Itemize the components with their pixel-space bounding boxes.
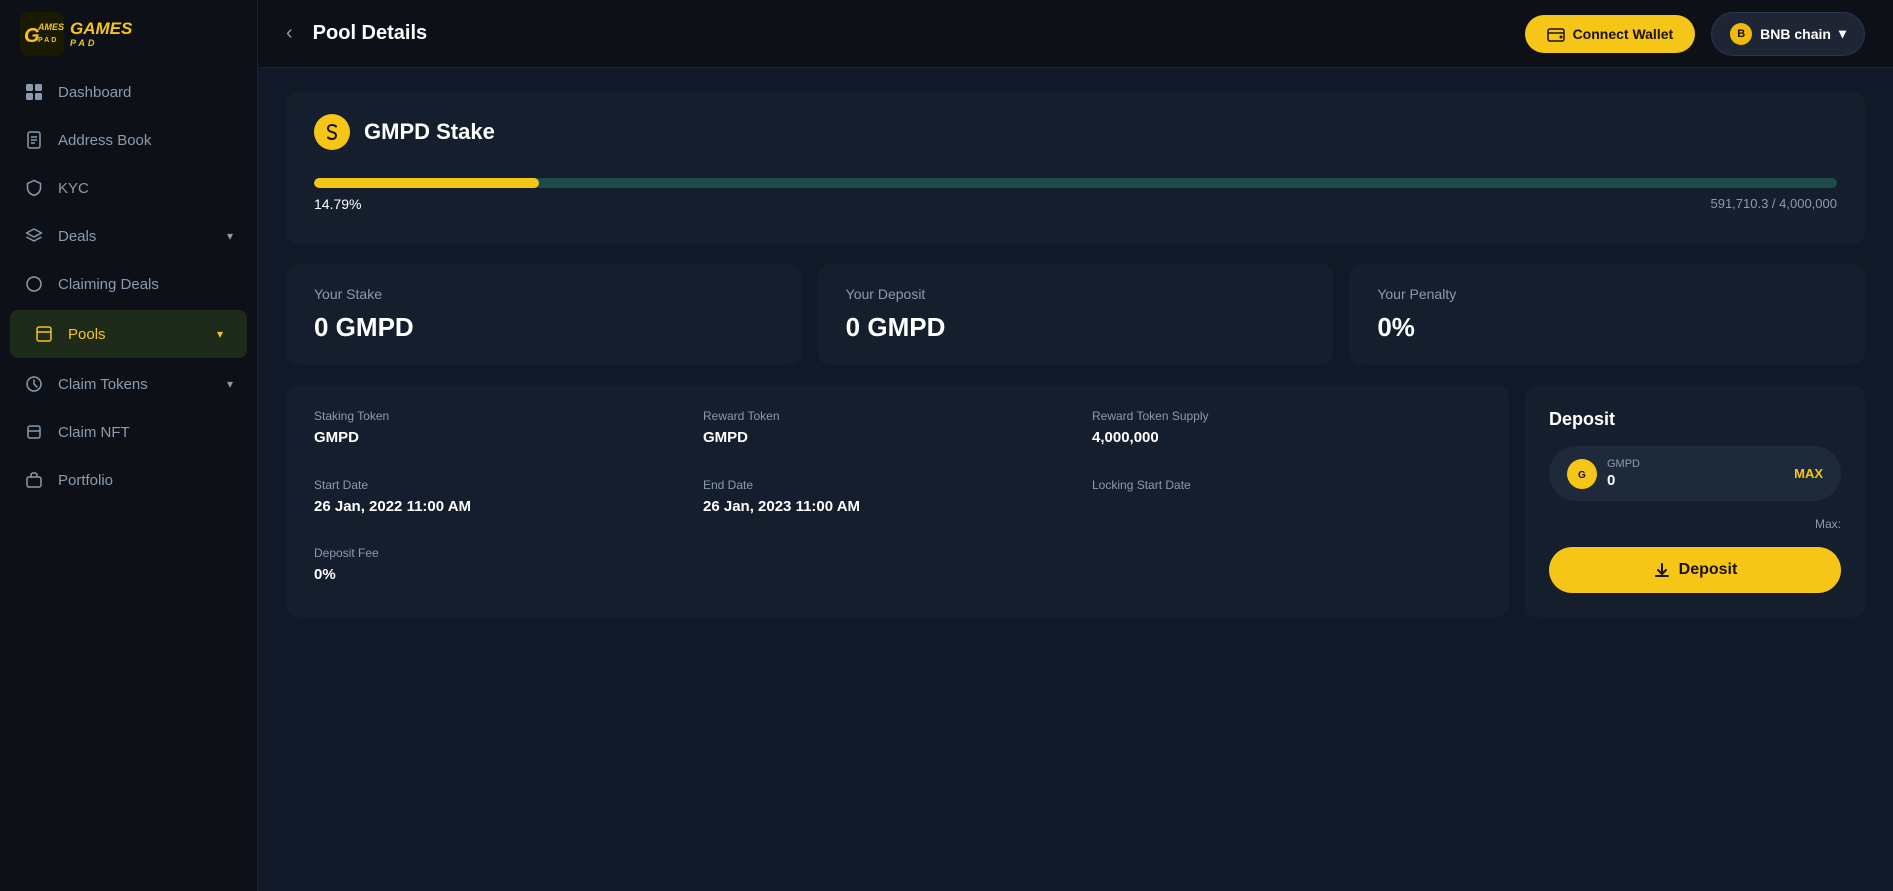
circle2-icon: [24, 374, 44, 394]
progress-container: 14.79% 591,710.3 / 4,000,000: [314, 178, 1837, 212]
sidebar-item-label: Pools: [68, 326, 106, 343]
deposit-button[interactable]: Deposit: [1549, 547, 1841, 593]
stat-label-deposit: Your Deposit: [846, 286, 1306, 302]
detail-reward-supply: Reward Token Supply 4,000,000: [1092, 409, 1481, 456]
sidebar-item-pools[interactable]: Pools ▾: [10, 310, 247, 358]
details-card: Staking Token GMPD Reward Token GMPD Rew…: [286, 385, 1509, 617]
layers2-icon: [24, 422, 44, 442]
sidebar-item-label: Address Book: [58, 132, 151, 149]
sidebar-item-portfolio[interactable]: Portfolio: [0, 456, 257, 504]
pool-name: GMPD Stake: [364, 119, 495, 145]
content-area: GMPD Stake 14.79% 591,710.3 / 4,000,000 …: [258, 68, 1893, 891]
stat-value-stake: 0 GMPD: [314, 312, 774, 343]
stat-value-penalty: 0%: [1377, 312, 1837, 343]
chevron-down-icon: ▾: [217, 327, 223, 341]
back-button[interactable]: ‹: [286, 22, 293, 45]
deposit-title: Deposit: [1549, 409, 1841, 430]
deposit-max-button[interactable]: MAX: [1794, 466, 1823, 481]
detail-end-date: End Date 26 Jan, 2023 11:00 AM: [703, 478, 1092, 525]
logo: G AMES PAD GAMES PAD: [0, 0, 257, 68]
layers-icon: [24, 226, 44, 246]
detail-locking-start: Locking Start Date: [1092, 478, 1481, 525]
grid-icon: [24, 82, 44, 102]
svg-text:G: G: [1578, 470, 1586, 481]
sidebar-item-label: Claiming Deals: [58, 276, 159, 293]
chevron-down-icon: ▾: [1839, 25, 1846, 42]
progress-labels: 14.79% 591,710.3 / 4,000,000: [314, 196, 1837, 212]
box-icon: [34, 324, 54, 344]
stat-value-deposit: 0 GMPD: [846, 312, 1306, 343]
connect-wallet-button[interactable]: Connect Wallet: [1525, 15, 1696, 53]
progress-fill: [314, 178, 539, 188]
book-icon: [24, 130, 44, 150]
progress-track: [314, 178, 1837, 188]
sidebar-item-address-book[interactable]: Address Book: [0, 116, 257, 164]
connect-wallet-label: Connect Wallet: [1573, 26, 1674, 42]
deposit-input-row[interactable]: G GMPD MAX: [1549, 446, 1841, 501]
detail-reward-token: Reward Token GMPD: [703, 409, 1092, 456]
briefcase-icon: [24, 470, 44, 490]
deposit-token-icon: G: [1567, 459, 1597, 489]
sidebar-item-label: Dashboard: [58, 84, 131, 101]
sidebar-item-kyc[interactable]: KYC: [0, 164, 257, 212]
svg-text:AMES: AMES: [37, 22, 64, 32]
page-title: Pool Details: [313, 22, 1509, 45]
sidebar-item-claim-tokens[interactable]: Claim Tokens ▾: [0, 360, 257, 408]
sidebar-item-deals[interactable]: Deals ▾: [0, 212, 257, 260]
stats-row: Your Stake 0 GMPD Your Deposit 0 GMPD Yo…: [286, 264, 1865, 365]
logo-top: GAMES: [70, 20, 132, 39]
detail-start-date: Start Date 26 Jan, 2022 11:00 AM: [314, 478, 703, 525]
deposit-card: Deposit G GMPD MAX Max: Deposit: [1525, 385, 1865, 617]
sidebar-item-dashboard[interactable]: Dashboard: [0, 68, 257, 116]
deposit-button-label: Deposit: [1679, 561, 1738, 579]
svg-text:PAD: PAD: [38, 37, 58, 44]
bnb-chain-label: BNB chain: [1760, 26, 1831, 42]
progress-value: 591,710.3 / 4,000,000: [1710, 196, 1837, 212]
stat-label-penalty: Your Penalty: [1377, 286, 1837, 302]
sidebar-item-claim-nft[interactable]: Claim NFT: [0, 408, 257, 456]
stat-card-stake: Your Stake 0 GMPD: [286, 264, 802, 365]
chevron-down-icon: ▾: [227, 377, 233, 391]
detail-staking-token: Staking Token GMPD: [314, 409, 703, 456]
sidebar-item-label: KYC: [58, 180, 89, 197]
sidebar: G AMES PAD GAMES PAD Dashboard Address B…: [0, 0, 258, 891]
deposit-token-label: GMPD: [1607, 458, 1784, 470]
sidebar-item-label: Portfolio: [58, 472, 113, 489]
pool-icon: [314, 114, 350, 150]
bnb-chain-button[interactable]: B BNB chain ▾: [1711, 12, 1865, 56]
header: ‹ Pool Details Connect Wallet B BNB chai…: [258, 0, 1893, 68]
chevron-down-icon: ▾: [227, 229, 233, 243]
stat-card-penalty: Your Penalty 0%: [1349, 264, 1865, 365]
circle-icon: [24, 274, 44, 294]
deposit-input-content: GMPD: [1607, 458, 1784, 489]
sidebar-item-label: Claim NFT: [58, 424, 130, 441]
stat-label-stake: Your Stake: [314, 286, 774, 302]
detail-deposit-fee: Deposit Fee 0%: [314, 546, 703, 593]
shield-icon: [24, 178, 44, 198]
pool-title-row: GMPD Stake: [314, 114, 1837, 150]
deposit-max-label: Max:: [1549, 517, 1841, 531]
bnb-icon: B: [1730, 23, 1752, 45]
progress-percentage: 14.79%: [314, 196, 361, 212]
deposit-amount-input[interactable]: [1607, 472, 1784, 489]
stat-card-deposit: Your Deposit 0 GMPD: [818, 264, 1334, 365]
sidebar-item-label: Claim Tokens: [58, 376, 148, 393]
sidebar-item-label: Deals: [58, 228, 96, 245]
logo-bottom: PAD: [70, 38, 132, 48]
main-content: ‹ Pool Details Connect Wallet B BNB chai…: [258, 0, 1893, 891]
pool-header-card: GMPD Stake 14.79% 591,710.3 / 4,000,000: [286, 92, 1865, 244]
sidebar-item-claiming-deals[interactable]: Claiming Deals: [0, 260, 257, 308]
bottom-row: Staking Token GMPD Reward Token GMPD Rew…: [286, 385, 1865, 617]
